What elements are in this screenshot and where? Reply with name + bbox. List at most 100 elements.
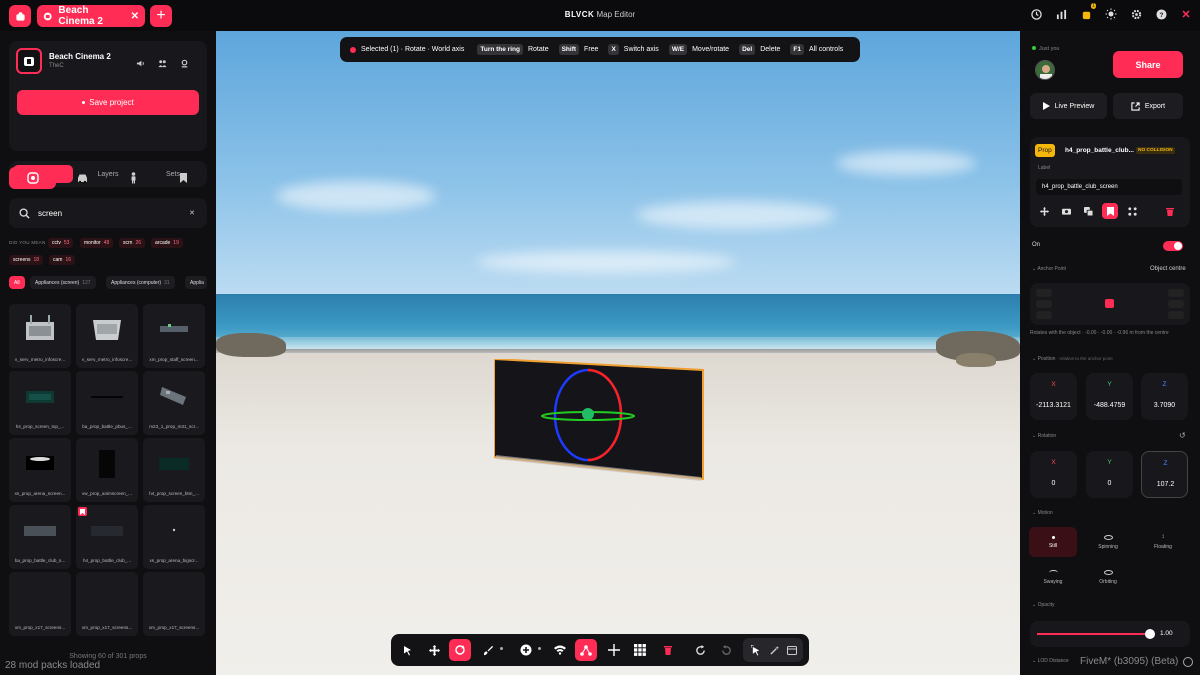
suggestion-chip[interactable]: arcade 19	[151, 238, 183, 248]
brush-menu-icon[interactable]	[500, 647, 503, 650]
undo-button[interactable]	[715, 639, 737, 661]
position-z-field[interactable]: Z 3.7090	[1141, 373, 1188, 420]
suggestion-chip[interactable]: scrn 26	[119, 238, 146, 248]
filter-appliances-computer[interactable]: Appliances (computer) 31	[106, 276, 175, 289]
motion-orbiting[interactable]: Orbiting	[1084, 562, 1132, 592]
filter-all[interactable]: All	[9, 276, 25, 289]
label-field[interactable]: h4_prop_battle_club_screen	[1036, 179, 1182, 195]
notifications-icon[interactable]: 1	[1080, 3, 1096, 20]
position-y-value[interactable]: -488.4759	[1086, 402, 1133, 409]
rotation-x-field[interactable]: X0	[1030, 451, 1077, 498]
motion-still[interactable]: Still	[1029, 527, 1077, 557]
object-tile[interactable]: h4_prop_screen_btm_...	[143, 438, 205, 502]
gear-icon[interactable]	[1130, 8, 1142, 20]
location-icon[interactable]	[180, 55, 189, 73]
anchor-slot[interactable]	[1168, 300, 1184, 308]
align-tool[interactable]	[603, 639, 625, 661]
filter-appliances-more[interactable]: Applia	[185, 276, 207, 289]
suggestion-chip[interactable]: cam 16	[49, 255, 76, 265]
brush-tool[interactable]	[477, 639, 499, 661]
position-y-field[interactable]: Y -488.4759	[1086, 373, 1133, 420]
help-icon[interactable]: ?	[1155, 8, 1167, 20]
suggestion-chip[interactable]: monitor 48	[80, 238, 114, 248]
anchor-point-picker[interactable]	[1030, 283, 1190, 325]
rotation-y-field[interactable]: Y0	[1086, 451, 1133, 498]
rotation-z-field[interactable]: Z 107.2	[1141, 451, 1188, 498]
add-tool[interactable]	[515, 639, 537, 661]
object-tile[interactable]: ba_prop_battle_club_s...	[9, 505, 71, 569]
calendar-tool[interactable]	[781, 639, 803, 661]
share-button[interactable]: Share	[1113, 51, 1183, 78]
rotation-x-value[interactable]: 0	[1030, 480, 1077, 487]
delete-prop-button[interactable]	[1162, 203, 1178, 219]
category-peds[interactable]	[110, 167, 157, 189]
anchor-slot[interactable]	[1036, 289, 1052, 297]
export-button[interactable]: Export	[1113, 93, 1183, 119]
enabled-toggle[interactable]	[1163, 241, 1183, 251]
select-tool[interactable]	[397, 639, 419, 661]
object-tile[interactable]: m23_1_prop_m31_scr...	[143, 371, 205, 435]
opacity-slider[interactable]: 1.00	[1030, 621, 1190, 647]
search-input[interactable]	[38, 208, 178, 218]
suggestion-chip[interactable]: cctv 53	[48, 238, 74, 248]
filter-appliances-screen[interactable]: Appliances (screen) 127	[30, 276, 96, 289]
object-tile[interactable]: ba_prop_battle_pbus_...	[76, 371, 138, 435]
move-tool[interactable]	[423, 639, 445, 661]
grid-tool[interactable]	[629, 639, 651, 661]
category-vehicles[interactable]	[59, 167, 106, 189]
audio-icon[interactable]	[136, 55, 145, 73]
redo-button[interactable]	[689, 639, 711, 661]
suggestion-chip[interactable]: screens 18	[9, 255, 44, 265]
object-tile[interactable]: h4_prop_screen_top_...	[9, 371, 71, 435]
object-tile[interactable]: v_serv_metro_infoscre...	[76, 304, 138, 368]
object-tile[interactable]: xm_prop_x17_screens...	[9, 572, 71, 636]
anchor-slot[interactable]	[1036, 300, 1052, 308]
rotate-tool[interactable]	[449, 639, 471, 661]
selected-screen-prop[interactable]	[494, 359, 704, 481]
stats-icon[interactable]	[1055, 8, 1067, 20]
motion-swaying[interactable]: Swaying	[1029, 562, 1077, 592]
rotation-z-value[interactable]: 107.2	[1142, 481, 1189, 488]
globe-icon[interactable]	[1183, 657, 1193, 667]
motion-floating[interactable]: ↕ Floating	[1139, 527, 1187, 557]
clear-search-icon[interactable]: ✕	[189, 209, 195, 217]
signal-tool[interactable]	[549, 639, 571, 661]
opacity-value[interactable]: 1.00	[1160, 630, 1173, 637]
category-bookmarks[interactable]	[160, 167, 207, 189]
object-tile[interactable]: h4_prop_battle_club_...	[76, 505, 138, 569]
anchor-slot[interactable]	[1036, 311, 1052, 319]
gizmo-axis-tool[interactable]	[575, 639, 597, 661]
anchor-center-dot[interactable]	[1105, 299, 1114, 308]
search-box[interactable]: ✕	[9, 198, 207, 228]
duplicate-button[interactable]	[1080, 203, 1096, 219]
people-icon[interactable]	[158, 55, 167, 73]
3d-viewport[interactable]: Selected (1) · Rotate · World axis Turn …	[216, 31, 1020, 675]
position-x-value[interactable]: -2113.3121	[1030, 402, 1077, 409]
save-project-button[interactable]: Save project	[17, 90, 199, 115]
position-z-value[interactable]: 3.7090	[1141, 402, 1188, 409]
category-props[interactable]	[9, 167, 56, 189]
anchor-slot[interactable]	[1168, 289, 1184, 297]
opacity-knob[interactable]	[1145, 629, 1155, 639]
object-tile[interactable]: xs_prop_arena_screen...	[9, 438, 71, 502]
object-tile[interactable]: xm_prop_x17_screens...	[143, 572, 205, 636]
position-x-field[interactable]: X -2113.3121	[1030, 373, 1077, 420]
sun-icon[interactable]	[1105, 8, 1117, 20]
anchor-slot[interactable]	[1168, 311, 1184, 319]
move-prop-button[interactable]	[1036, 203, 1052, 219]
history-icon[interactable]	[1030, 8, 1042, 20]
reset-rotation-icon[interactable]: ↺	[1179, 431, 1186, 440]
gizmo-center[interactable]	[582, 408, 594, 420]
delete-tool[interactable]	[657, 639, 679, 661]
object-tile[interactable]: xm_prop_x17_screens...	[76, 572, 138, 636]
close-icon[interactable]: ✕	[1180, 8, 1192, 21]
camera-button[interactable]	[1058, 203, 1074, 219]
live-preview-button[interactable]: Live Preview	[1030, 93, 1107, 119]
avatar[interactable]	[1035, 60, 1055, 80]
group-button[interactable]	[1124, 203, 1140, 219]
object-tile[interactable]: vw_prop_animscreen_...	[76, 438, 138, 502]
rotation-y-value[interactable]: 0	[1086, 480, 1133, 487]
object-tile[interactable]: xs_prop_arena_bigscr...	[143, 505, 205, 569]
bookmark-prop-button[interactable]	[1102, 203, 1118, 219]
motion-spinning[interactable]: Spinning	[1084, 527, 1132, 557]
